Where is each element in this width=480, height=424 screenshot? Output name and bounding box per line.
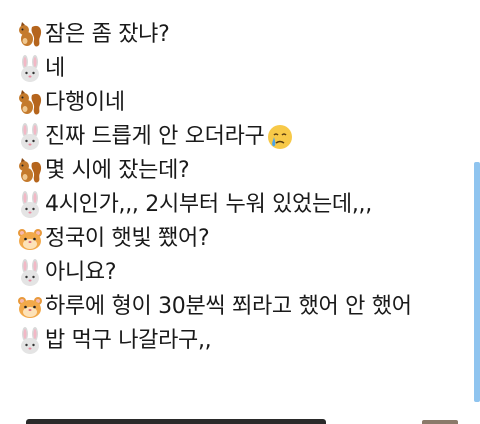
message-text: 하루에 형이 30분씩 쬐라고 했어 안 했어 [45, 294, 412, 319]
bottom-thumbnail-edge [422, 420, 458, 424]
message-line: 아니요? [16, 256, 456, 290]
message-line: 4시인가,,, 2시부터 누워 있었는데,,, [16, 188, 456, 222]
message-line: 밥 먹구 나갈라구,, [16, 324, 456, 358]
rabbit-icon [16, 327, 44, 355]
hamster-icon [16, 225, 44, 253]
message-line: 다행이네 [16, 86, 456, 120]
hamster-icon [16, 293, 44, 321]
message-text: 몇 시에 잤는데? [45, 158, 190, 183]
message-text: 잠은 좀 잤냐? [45, 22, 170, 47]
squirrel-icon [16, 157, 44, 185]
message-text: 정국이 햇빛 쬈어? [45, 226, 210, 251]
crying-face-icon [266, 123, 294, 151]
message-text: 아니요? [45, 260, 117, 285]
scroll-indicator[interactable] [474, 162, 480, 402]
message-line: 하루에 형이 30분씩 쬐라고 했어 안 했어 [16, 290, 456, 324]
rabbit-icon [16, 191, 44, 219]
message-line: 잠은 좀 잤냐? [16, 18, 456, 52]
rabbit-icon [16, 123, 44, 151]
message-text: 네 [45, 56, 65, 81]
message-line: 몇 시에 잤는데? [16, 154, 456, 188]
message-line: 정국이 햇빛 쬈어? [16, 222, 456, 256]
rabbit-icon [16, 55, 44, 83]
bottom-image-edge [26, 419, 326, 424]
message-text: 4시인가,,, 2시부터 누워 있었는데,,, [45, 192, 372, 217]
message-line: 진짜 드릅게 안 오더라구 [16, 120, 456, 154]
message-text: 다행이네 [45, 90, 125, 115]
rabbit-icon [16, 259, 44, 287]
message-line: 네 [16, 52, 456, 86]
squirrel-icon [16, 89, 44, 117]
message-text: 진짜 드릅게 안 오더라구 [45, 124, 265, 149]
squirrel-icon [16, 21, 44, 49]
message-text: 밥 먹구 나갈라구,, [45, 328, 212, 353]
chat-log: 잠은 좀 잤냐? 네 다행이네 진짜 드릅게 안 오더라구 몇 시에 잤는데? … [16, 18, 456, 358]
